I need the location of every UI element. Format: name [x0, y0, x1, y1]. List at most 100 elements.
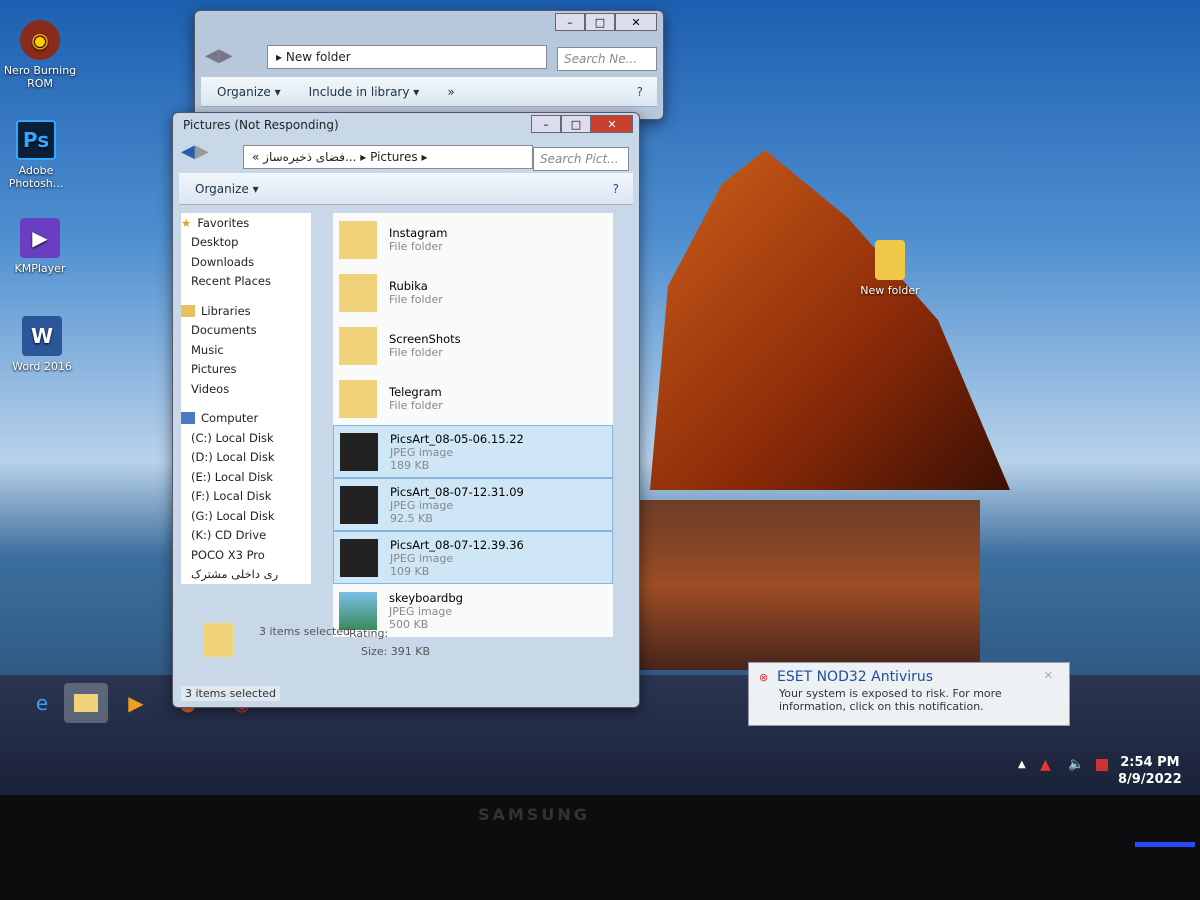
explorer-window-pictures[interactable]: Pictures (Not Responding) – □ ✕ ◀▶ « فضا… — [172, 112, 640, 708]
file-item[interactable]: Rubika File folder — [333, 266, 613, 319]
search-input[interactable]: Search Ne... — [557, 47, 657, 71]
icon-label: KMPlayer — [14, 262, 66, 275]
folder-icon — [203, 623, 233, 657]
desktop-icon-photoshop[interactable]: Ps Adobe Photosh... — [0, 120, 76, 190]
help-icon[interactable]: ? — [637, 85, 643, 99]
word-icon: W — [22, 316, 62, 356]
maximize-button[interactable]: □ — [585, 13, 615, 31]
error-icon: ⊗ — [759, 671, 769, 684]
address-segment-root[interactable]: فضای ذخیره‌ساز... — [263, 150, 356, 164]
file-name: PicsArt_08-05-06.15.22 — [390, 431, 524, 446]
status-bar: 3 items selected — [181, 686, 281, 701]
more-button[interactable]: » — [447, 85, 454, 99]
volume-icon[interactable]: 🔈 — [1068, 757, 1084, 772]
nav-item-drive-g[interactable]: (G:) Local Disk — [181, 506, 311, 526]
nav-item-downloads[interactable]: Downloads — [181, 252, 311, 272]
close-button[interactable]: ✕ — [615, 13, 657, 31]
file-type: File folder — [389, 240, 443, 253]
address-segment-pictures[interactable]: Pictures — [370, 150, 418, 164]
show-hidden-icons-button[interactable]: ▲ — [1018, 759, 1026, 770]
nav-item-music[interactable]: Music — [181, 340, 311, 360]
internet-explorer-icon[interactable]: e — [20, 683, 64, 723]
file-item[interactable]: ScreenShots File folder — [333, 319, 613, 372]
nav-favorites[interactable]: ★ Favorites — [181, 213, 311, 233]
close-icon[interactable]: ✕ — [1044, 669, 1053, 682]
icon-label: Word 2016 — [12, 360, 72, 373]
file-type: JPEG image — [390, 551, 454, 565]
nav-item-videos[interactable]: Videos — [181, 379, 311, 399]
address-bar[interactable]: « فضای ذخیره‌ساز... ▸ Pictures ▸ — [243, 145, 533, 169]
folder-icon — [339, 379, 377, 418]
help-icon[interactable]: ? — [613, 182, 619, 196]
kmplayer-icon: ▶ — [20, 218, 60, 258]
file-meta: Rubika File folder — [389, 279, 443, 306]
address-text: New folder — [285, 50, 351, 64]
notification-message: Your system is exposed to risk. For more… — [779, 687, 1002, 713]
minimize-button[interactable]: – — [555, 13, 585, 31]
details-rating[interactable]: Rating: — [349, 627, 388, 640]
file-size: 189 KB — [390, 458, 430, 472]
file-type: File folder — [389, 399, 443, 412]
file-item[interactable]: PicsArt_08-05-06.15.22 JPEG image 189 KB — [333, 425, 613, 478]
file-name: ScreenShots — [389, 332, 461, 346]
file-explorer-icon[interactable] — [64, 683, 108, 723]
file-item[interactable]: Instagram File folder — [333, 213, 613, 266]
file-item[interactable]: PicsArt_08-07-12.39.36 JPEG image 109 KB — [333, 531, 613, 584]
wallpaper-reflection — [630, 500, 980, 670]
nav-item-drive-d[interactable]: (D:) Local Disk — [181, 448, 311, 468]
file-name: Instagram — [389, 226, 448, 240]
file-list: Instagram File folder Rubika File folder Scr… — [333, 213, 613, 637]
desktop-icon-word[interactable]: W Word 2016 — [2, 316, 82, 373]
close-button[interactable]: ✕ — [591, 115, 633, 133]
search-input[interactable]: Search Pict... — [533, 147, 629, 171]
back-button[interactable]: ◀▶ — [181, 141, 209, 162]
nav-computer[interactable]: Computer — [181, 409, 311, 429]
minimize-button[interactable]: – — [531, 115, 561, 133]
explorer-window-new-folder[interactable]: – □ ✕ ◀▶ ▸ New folder Search Ne... Organ… — [194, 10, 664, 120]
desktop-icon-kmplayer[interactable]: ▶ KMPlayer — [0, 218, 80, 275]
eset-warning-icon[interactable]: ▲ — [1040, 757, 1051, 773]
organize-button[interactable]: Organize ▾ — [217, 85, 281, 99]
file-name: PicsArt_08-07-12.31.09 — [390, 484, 524, 499]
forward-button[interactable]: ▶ — [195, 141, 209, 162]
desktop-icon-new-folder[interactable]: New folder — [850, 240, 930, 297]
network-icon[interactable] — [1096, 759, 1108, 771]
nav-item-drive-e[interactable]: (E:) Local Disk — [181, 467, 311, 487]
file-item[interactable]: PicsArt_08-07-12.31.09 JPEG image 92.5 KB — [333, 478, 613, 531]
desktop-icon-nero[interactable]: ◉ Nero Burning ROM — [0, 20, 80, 90]
nav-item-drive-f[interactable]: (F:) Local Disk — [181, 487, 311, 507]
nav-item-poco-x3-pro[interactable]: POCO X3 Pro — [181, 545, 311, 565]
folder-icon — [339, 273, 377, 312]
nav-item-recent-places[interactable]: Recent Places — [181, 272, 311, 292]
clock-date: 8/9/2022 — [1118, 772, 1182, 787]
address-overflow[interactable]: « — [252, 150, 259, 164]
include-in-library-button[interactable]: Include in library ▾ — [309, 85, 420, 99]
folder-icon — [339, 220, 377, 259]
nav-libraries[interactable]: Libraries — [181, 301, 311, 321]
nav-item-pictures[interactable]: Pictures — [181, 360, 311, 380]
nav-item-cd-drive[interactable]: (K:) CD Drive — [181, 526, 311, 546]
address-bar[interactable]: ▸ New folder — [267, 45, 547, 69]
nav-item-documents[interactable]: Documents — [181, 321, 311, 341]
nav-item-desktop[interactable]: Desktop — [181, 233, 311, 253]
details-size: Size: 391 KB — [361, 645, 431, 658]
media-player-icon[interactable]: ▶ — [114, 683, 158, 723]
file-meta: PicsArt_08-07-12.39.36 JPEG image 109 KB — [390, 538, 524, 578]
nav-label: (K:) CD Drive — [191, 528, 267, 543]
file-item[interactable]: Telegram File folder — [333, 372, 613, 425]
back-forward-buttons[interactable]: ◀▶ — [205, 45, 233, 66]
nav-label: Documents — [191, 323, 257, 338]
file-meta: Telegram File folder — [389, 385, 443, 412]
file-meta: Instagram File folder — [389, 226, 448, 253]
eset-notification[interactable]: ⊗ ESET NOD32 Antivirus Your system is ex… — [748, 662, 1070, 726]
folder-icon — [339, 326, 377, 365]
star-icon: ★ — [181, 215, 192, 230]
clock[interactable]: 2:54 PM 8/9/2022 — [1118, 754, 1182, 788]
image-thumbnail — [340, 485, 378, 524]
nav-item-internal-storage[interactable]: ری داخلی مشترک — [181, 565, 311, 585]
icon-label: Nero Burning ROM — [3, 64, 77, 90]
nav-item-drive-c[interactable]: (C:) Local Disk — [181, 428, 311, 448]
nav-label: ری داخلی مشترک — [191, 567, 279, 582]
maximize-button[interactable]: □ — [561, 115, 591, 133]
organize-button[interactable]: Organize ▾ — [195, 182, 259, 196]
